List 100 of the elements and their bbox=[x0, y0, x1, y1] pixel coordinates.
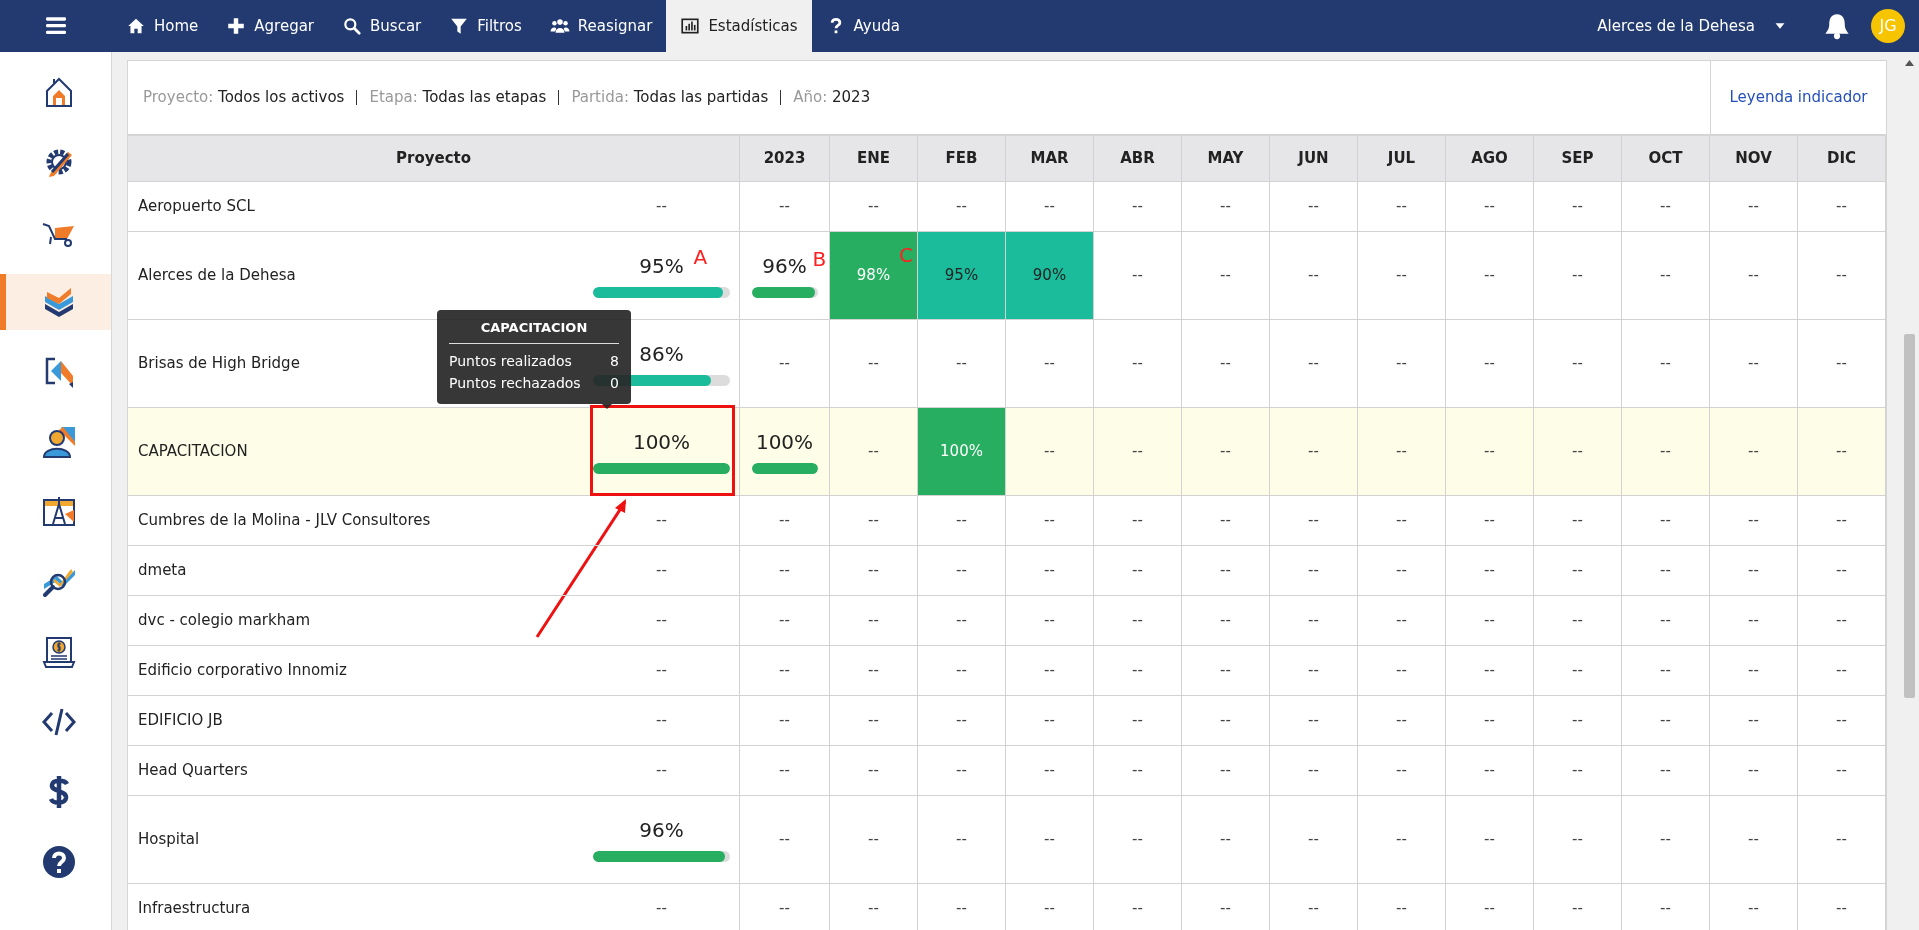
column-header[interactable]: FEB bbox=[918, 136, 1006, 182]
nav-tab[interactable]: Ayuda bbox=[811, 0, 914, 52]
table-cell: -- bbox=[1270, 696, 1358, 746]
project-name[interactable]: EDIFICIO JB bbox=[138, 709, 223, 732]
annotation-letter: C bbox=[899, 242, 913, 269]
table-cell: -- bbox=[1094, 746, 1182, 796]
column-header[interactable]: MAR bbox=[1006, 136, 1094, 182]
column-header[interactable]: Proyecto bbox=[128, 136, 740, 182]
project-name[interactable]: dvc - colegio markham bbox=[138, 609, 311, 632]
nav-tab[interactable]: Home bbox=[112, 0, 213, 52]
annotation-letter: B bbox=[812, 246, 827, 273]
table-cell: -- bbox=[1358, 884, 1446, 930]
column-header[interactable]: JUL bbox=[1358, 136, 1446, 182]
table-cell: -- bbox=[1798, 408, 1886, 496]
column-header[interactable]: AGO bbox=[1446, 136, 1534, 182]
project-name[interactable]: Infraestructura bbox=[138, 897, 251, 920]
table-cell: -- bbox=[1622, 408, 1710, 496]
table-cell: -- bbox=[1270, 884, 1358, 930]
nav-tab[interactable]: Reasignar bbox=[535, 0, 667, 52]
table-cell: -- bbox=[1182, 596, 1270, 646]
tooltip-label: Puntos rechazados bbox=[449, 374, 581, 393]
table-cell: -- bbox=[1534, 746, 1622, 796]
table-cell: -- bbox=[1182, 232, 1270, 320]
bell-icon[interactable] bbox=[1823, 11, 1851, 41]
filter-label: Etapa: bbox=[369, 88, 418, 106]
table-cell: -- bbox=[1710, 884, 1798, 930]
table-cell: -- bbox=[1622, 182, 1710, 232]
table-cell: -- bbox=[1006, 696, 1094, 746]
table-cell: -- bbox=[1710, 646, 1798, 696]
table-cell: -- bbox=[1710, 408, 1798, 496]
project-name[interactable]: CAPACITACION bbox=[138, 440, 248, 463]
empty-value: -- bbox=[779, 760, 790, 782]
table-cell: -- bbox=[1270, 646, 1358, 696]
nav-tab[interactable]: Agregar bbox=[212, 0, 329, 52]
search-icon bbox=[342, 16, 363, 36]
table-cell: -- bbox=[1182, 408, 1270, 496]
table-cell: -- bbox=[1710, 596, 1798, 646]
tooltip-label: Puntos realizados bbox=[449, 352, 572, 371]
table-cell: -- bbox=[1534, 232, 1622, 320]
column-header[interactable]: SEP bbox=[1534, 136, 1622, 182]
table-cell: -- bbox=[1358, 408, 1446, 496]
tooltip-value: 8 bbox=[610, 352, 619, 371]
column-header[interactable]: OCT bbox=[1622, 136, 1710, 182]
empty-value: -- bbox=[779, 196, 790, 218]
table-cell: -- bbox=[1534, 408, 1622, 496]
filter-value: Todos los activos bbox=[218, 88, 345, 106]
legend-link[interactable]: Leyenda indicador bbox=[1729, 87, 1868, 108]
table-cell: -- bbox=[1358, 696, 1446, 746]
table-cell: -- bbox=[1798, 884, 1886, 930]
column-header[interactable]: NOV bbox=[1710, 136, 1798, 182]
column-header[interactable]: ABR bbox=[1094, 136, 1182, 182]
column-header[interactable]: JUN bbox=[1270, 136, 1358, 182]
project-name[interactable]: Edificio corporativo Innomiz bbox=[138, 659, 347, 682]
table-cell: -- bbox=[1446, 646, 1534, 696]
column-header[interactable]: DIC bbox=[1798, 136, 1886, 182]
percent-text: 100% bbox=[632, 429, 691, 455]
percent-text: 96% bbox=[639, 817, 684, 843]
project-name[interactable]: Alerces de la Dehesa bbox=[138, 264, 296, 287]
nav-tab[interactable]: Buscar bbox=[328, 0, 436, 52]
filter-label: Partida: bbox=[571, 88, 629, 106]
table-cell: -- bbox=[918, 646, 1006, 696]
table-cell: -- bbox=[918, 796, 1006, 884]
table-cell: -- bbox=[918, 496, 1006, 546]
table-cell: -- bbox=[1006, 408, 1094, 496]
table-cell: -- bbox=[1358, 232, 1446, 320]
project-dropdown[interactable]: Alerces de la Dehesa bbox=[1597, 14, 1787, 38]
table-cell: -- bbox=[830, 746, 918, 796]
empty-value: -- bbox=[656, 660, 667, 682]
project-name[interactable]: Brisas de High Bridge bbox=[138, 352, 300, 375]
table-cell: -- bbox=[1094, 232, 1182, 320]
empty-value: -- bbox=[779, 510, 790, 532]
project-name[interactable]: Aeropuerto SCL bbox=[138, 195, 255, 218]
table-cell: -- bbox=[1182, 182, 1270, 232]
table-cell: -- bbox=[918, 596, 1006, 646]
table-cell: -- bbox=[1622, 596, 1710, 646]
table-cell: 100% bbox=[918, 408, 1006, 496]
empty-value: -- bbox=[779, 710, 790, 732]
nav-tab[interactable]: Estadísticas bbox=[666, 0, 812, 52]
column-header[interactable]: ENE bbox=[830, 136, 918, 182]
project-name[interactable]: Hospital bbox=[138, 828, 200, 851]
table-cell: -- bbox=[830, 696, 918, 746]
table-cell: -- bbox=[1710, 696, 1798, 746]
table-cell: -- bbox=[1182, 696, 1270, 746]
table-cell: -- bbox=[1622, 232, 1710, 320]
column-header[interactable]: 2023 bbox=[740, 136, 830, 182]
project-name[interactable]: Cumbres de la Molina - JLV Consultores bbox=[138, 509, 431, 532]
project-name[interactable]: dmeta bbox=[138, 559, 187, 582]
nav-tab[interactable]: Filtros bbox=[435, 0, 536, 52]
table-cell: -- bbox=[1798, 746, 1886, 796]
table-cell: -- bbox=[1622, 496, 1710, 546]
table-cell: -- bbox=[830, 796, 918, 884]
table-cell: -- bbox=[918, 884, 1006, 930]
table-cell: -- bbox=[1358, 796, 1446, 884]
project-name[interactable]: Head Quarters bbox=[138, 759, 248, 782]
column-header[interactable]: MAY bbox=[1182, 136, 1270, 182]
empty-value: -- bbox=[779, 829, 790, 851]
table-cell: -- bbox=[1710, 546, 1798, 596]
table-cell: -- bbox=[1446, 696, 1534, 746]
table-cell: -- bbox=[1446, 796, 1534, 884]
table-cell: -- bbox=[1358, 646, 1446, 696]
